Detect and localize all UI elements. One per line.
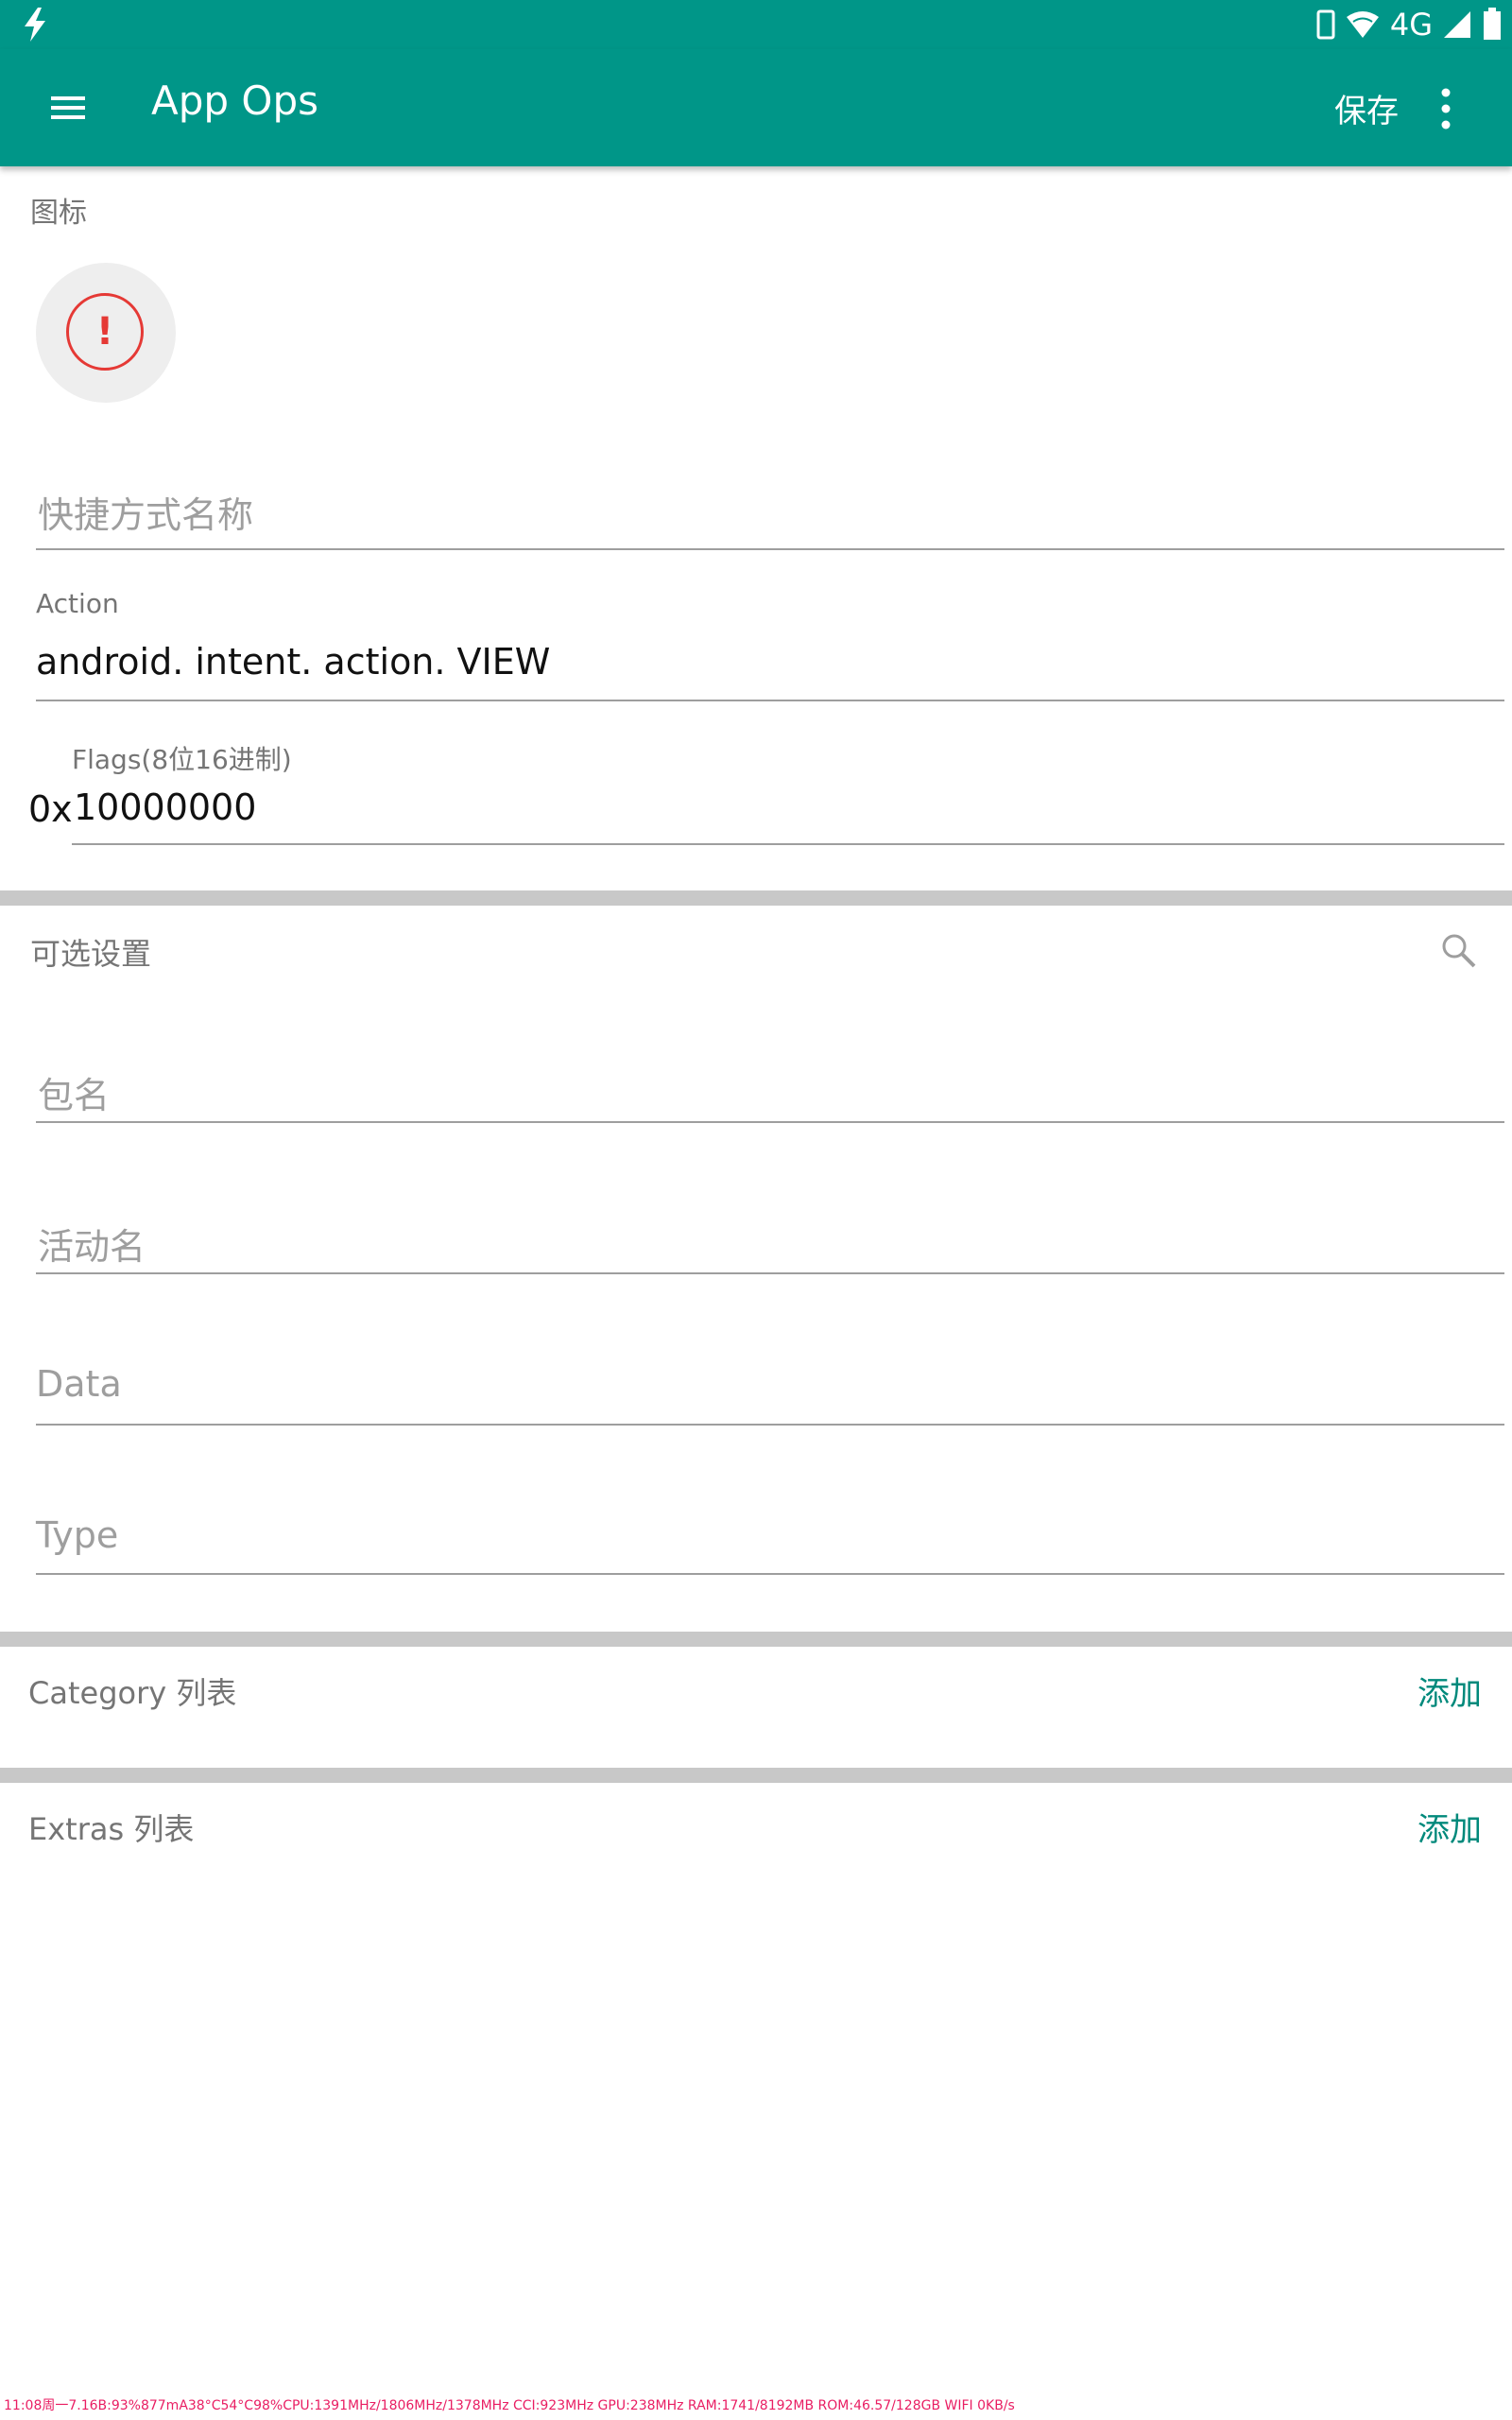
type-underline [36, 1573, 1504, 1575]
optional-settings-title: 可选设置 [30, 936, 152, 972]
network-type: 4G [1389, 7, 1433, 43]
icon-section-label: 图标 [30, 197, 87, 230]
shortcut-name-underline [36, 548, 1504, 550]
flags-prefix: 0x [28, 788, 73, 830]
app-bar: App Ops 保存 [0, 49, 1512, 166]
battery-icon [1484, 8, 1501, 40]
section-divider [0, 1632, 1512, 1647]
extras-list-title: Extras 列表 [28, 1811, 195, 1847]
action-label: Action [36, 588, 119, 619]
section-divider [0, 890, 1512, 906]
activity-name-input[interactable]: 活动名 [38, 1218, 146, 1270]
save-button[interactable]: 保存 [1334, 85, 1399, 131]
data-underline [36, 1424, 1504, 1426]
bolt-icon [25, 8, 45, 42]
signal-icon [1444, 11, 1470, 38]
debug-overlay: 11:08周一7.16B:93%877mA38°C54°C98%CPU:1391… [4, 2398, 1015, 2413]
action-input[interactable]: android. intent. action. VIEW [36, 641, 550, 683]
error-icon: ! [66, 293, 144, 371]
section-divider [0, 1768, 1512, 1783]
add-extra-button[interactable]: 添加 [1418, 1804, 1482, 1850]
data-input[interactable]: Data [36, 1363, 122, 1405]
activity-name-underline [36, 1272, 1504, 1274]
menu-icon[interactable] [49, 89, 87, 127]
app-title: App Ops [151, 78, 319, 124]
flags-label: Flags(8位16进制) [72, 744, 292, 775]
package-name-underline [36, 1121, 1504, 1123]
wifi-icon [1346, 11, 1379, 38]
search-icon[interactable] [1440, 932, 1478, 970]
flags-input[interactable]: 10000000 [74, 786, 256, 828]
flags-underline [72, 843, 1504, 845]
action-underline [36, 700, 1504, 701]
category-list-title: Category 列表 [28, 1675, 237, 1711]
type-input[interactable]: Type [36, 1514, 118, 1556]
status-bar: 4G [0, 0, 1512, 49]
phone-icon [1316, 9, 1335, 40]
status-icons: 4G [1316, 4, 1503, 45]
more-vert-icon[interactable] [1438, 85, 1453, 132]
package-name-input[interactable]: 包名 [38, 1066, 110, 1118]
shortcut-icon-picker[interactable]: ! [36, 263, 176, 403]
add-category-button[interactable]: 添加 [1418, 1668, 1482, 1714]
shortcut-name-input[interactable]: 快捷方式名称 [38, 486, 253, 538]
